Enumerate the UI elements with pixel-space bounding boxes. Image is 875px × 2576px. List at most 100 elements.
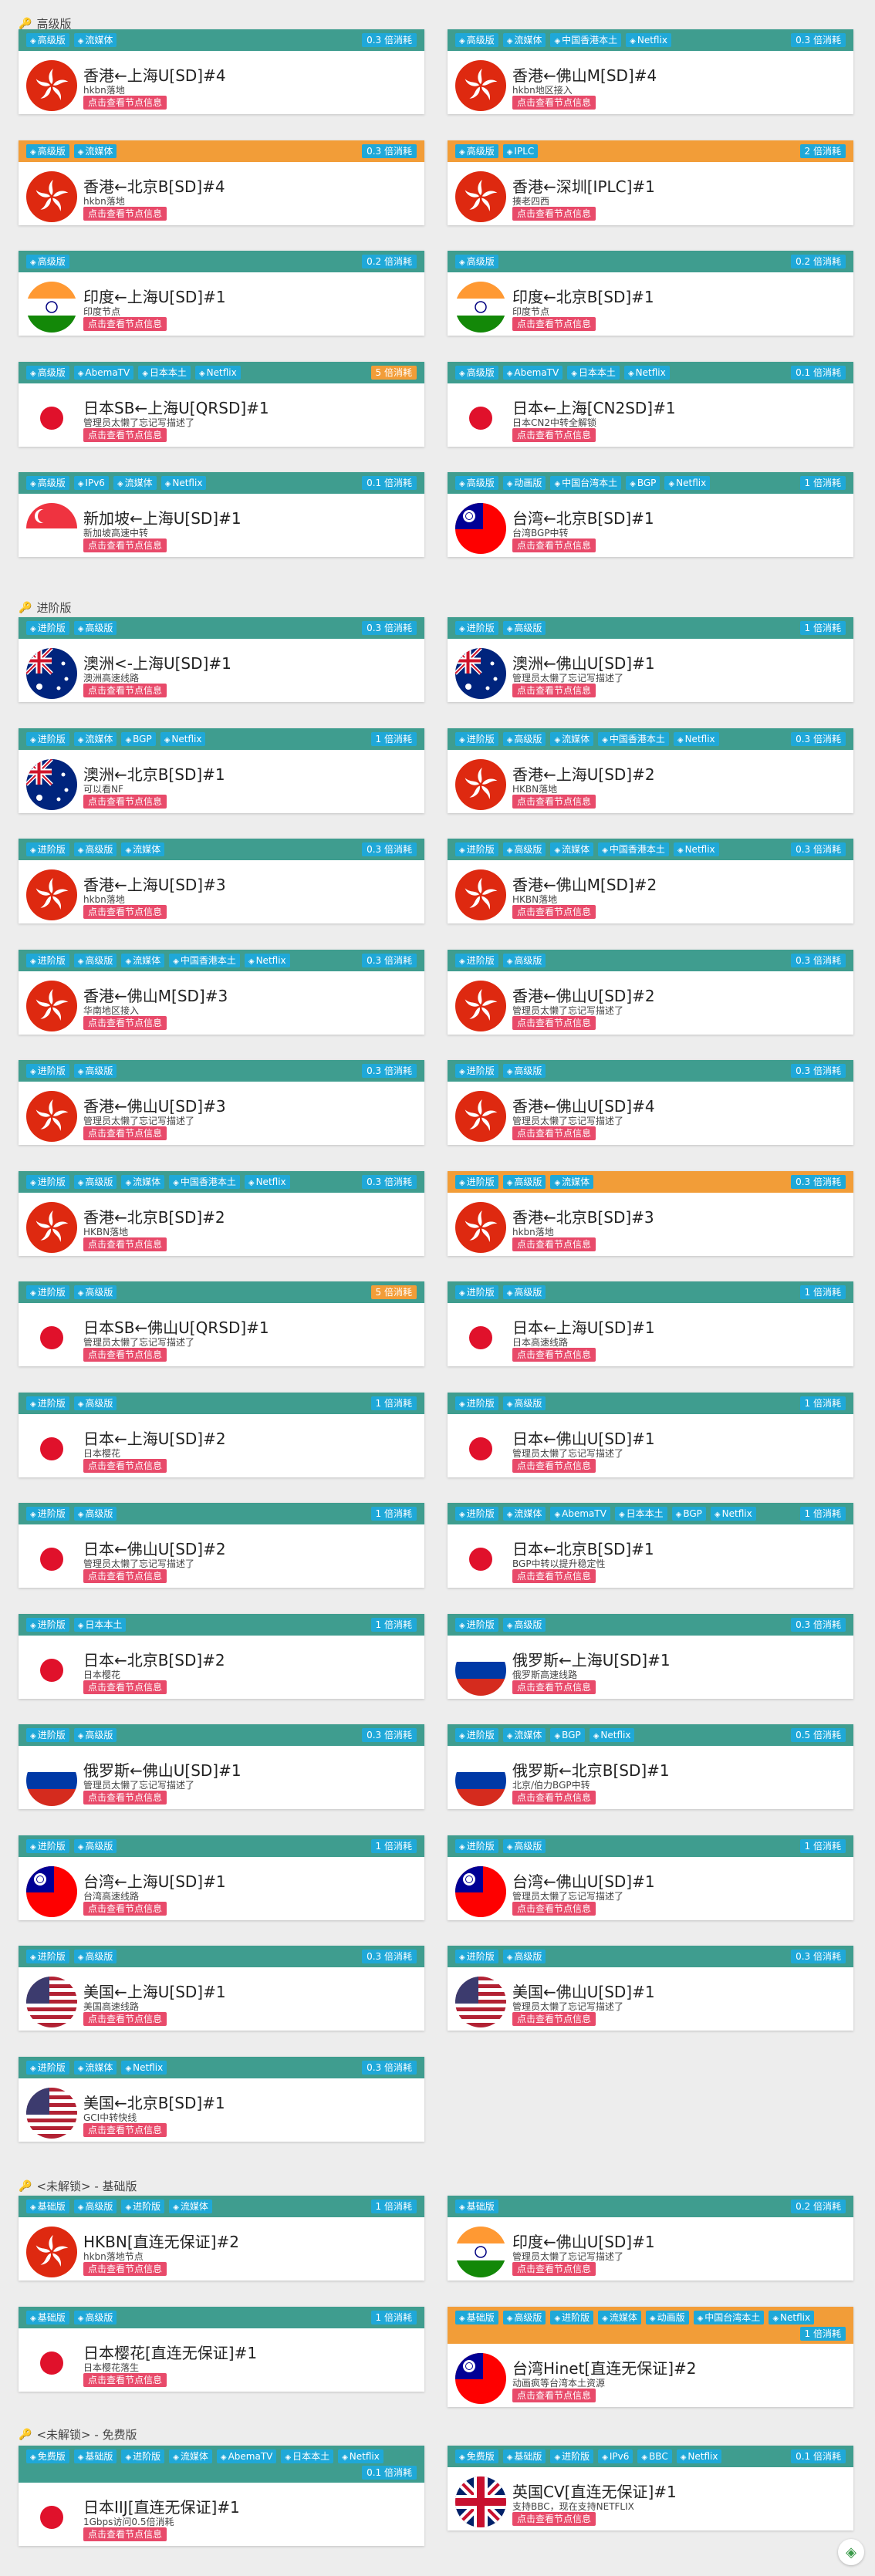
view-node-info-button[interactable]: 点击查看节点信息	[512, 1237, 596, 1251]
view-node-info-button[interactable]: 点击查看节点信息	[83, 2122, 167, 2137]
tag-icon: ◈	[30, 1399, 36, 1409]
shield-icon[interactable]: ◈	[838, 2539, 864, 2565]
view-node-info-button[interactable]: 点击查看节点信息	[83, 794, 167, 809]
node-card[interactable]: ◈ 基础版 ◈ 高级版 ◈ 进阶版 ◈ 流媒体 1 倍消耗 HKBN[直连无保证]#2 hkbn落地…	[19, 2196, 424, 2281]
view-node-info-button[interactable]: 点击查看节点信息	[83, 1348, 167, 1362]
node-card[interactable]: ◈ 进阶版 ◈ 高级版 1 倍消耗 澳洲←佛山U[SD]#1 管理员太懒了忘记写描述了 点击查…	[448, 617, 853, 702]
node-card[interactable]: ◈ 基础版 ◈ 高级版 ◈ 进阶版 ◈ 流媒体 ◈ 动画版 ◈ 中国台湾本土 ◈ Netflix 1 倍消耗…	[448, 2306, 853, 2407]
node-card[interactable]: ◈ 进阶版 ◈ 高级版 ◈ 流媒体 0.3 倍消耗 香港←北京B[SD]#3 hkbn落地 点击查…	[448, 1170, 853, 1256]
node-card[interactable]: ◈ 进阶版 ◈ 高级版 1 倍消耗 日本←佛山U[SD]#2 管理员太懒了忘记写描述了 点击查…	[19, 1503, 424, 1588]
view-node-info-button[interactable]: 点击查看节点信息	[83, 427, 167, 442]
view-node-info-button[interactable]: 点击查看节点信息	[512, 1791, 596, 1805]
node-card[interactable]: ◈ 高级版 ◈ 动画版 ◈ 中国台湾本土 ◈ BGP ◈ Netflix 1 倍消耗 台湾←北京B[S…	[448, 472, 853, 557]
view-node-info-button[interactable]: 点击查看节点信息	[512, 538, 596, 552]
node-description: BGP中转以提升稳定性	[512, 1558, 606, 1569]
view-node-info-button[interactable]: 点击查看节点信息	[83, 1126, 167, 1140]
view-node-info-button[interactable]: 点击查看节点信息	[512, 2012, 596, 2026]
view-node-info-button[interactable]: 点击查看节点信息	[83, 317, 167, 331]
node-card[interactable]: ◈ 高级版 ◈ 流媒体 0.3 倍消耗 香港←北京B[SD]#4 hkbn落地 点击查看节点信…	[19, 140, 424, 225]
view-node-info-button[interactable]: 点击查看节点信息	[512, 905, 596, 919]
node-card[interactable]: ◈ 高级版 ◈ 流媒体 ◈ 中国香港本土 ◈ Netflix 0.3 倍消耗 香港←佛山M[SD]…	[448, 29, 853, 114]
view-node-info-button[interactable]: 点击查看节点信息	[512, 1901, 596, 1916]
node-card[interactable]: ◈ 进阶版 ◈ 高级版 ◈ 流媒体 ◈ 中国香港本土 ◈ Netflix 0.3 倍消耗 香港←佛山M…	[19, 949, 424, 1035]
view-node-info-button[interactable]: 点击查看节点信息	[512, 96, 596, 110]
node-card[interactable]: ◈ 进阶版 ◈ 高级版 ◈ 流媒体 ◈ 中国香港本土 ◈ Netflix 0.3 倍消耗 香港←上海U…	[448, 728, 853, 813]
node-card[interactable]: ◈ 进阶版 ◈ 高级版 5 倍消耗 日本SB←佛山U[QRSD]#1 管理员太懒了忘记写描述…	[19, 1281, 424, 1366]
node-card[interactable]: ◈ 进阶版 ◈ 高级版 1 倍消耗 台湾←上海U[SD]#1 台湾高速线路 点击查看节点信息	[19, 1835, 424, 1920]
view-node-info-button[interactable]: 点击查看节点信息	[512, 794, 596, 809]
node-card[interactable]: ◈ 高级版 0.2 倍消耗 印度←北京B[SD]#1 印度节点 点击查看节点信息	[448, 251, 853, 336]
node-card[interactable]: ◈ 进阶版 ◈ 高级版 0.3 倍消耗 俄罗斯←上海U[SD]#1 俄罗斯高速线路 点击查看节…	[448, 1613, 853, 1699]
node-card[interactable]: ◈ 高级版 0.2 倍消耗 印度←上海U[SD]#1 印度节点 点击查看节点信息	[19, 251, 424, 336]
tag-pro: ◈ 进阶版	[26, 842, 69, 856]
node-card[interactable]: ◈ 进阶版 ◈ 高级版 ◈ 流媒体 ◈ 中国香港本土 ◈ Netflix 0.3 倍消耗 香港←佛山M…	[448, 839, 853, 923]
view-node-info-button[interactable]: 点击查看节点信息	[512, 1348, 596, 1362]
view-node-info-button[interactable]: 点击查看节点信息	[512, 1680, 596, 1694]
view-node-info-button[interactable]: 点击查看节点信息	[512, 1458, 596, 1473]
view-node-info-button[interactable]: 点击查看节点信息	[83, 2262, 167, 2276]
view-node-info-button[interactable]: 点击查看节点信息	[512, 2262, 596, 2276]
card-header: ◈ 进阶版 ◈ 高级版 1 倍消耗	[448, 1835, 853, 1857]
node-card[interactable]: ◈ 进阶版 ◈ 高级版 0.3 倍消耗 香港←佛山U[SD]#3 管理员太懒了忘记写描述了点…	[19, 1060, 424, 1145]
node-card[interactable]: ◈ 进阶版 ◈ 流媒体 ◈ Netflix 0.3 倍消耗 美国←北京B[SD]#1 GCI中转…	[19, 2056, 424, 2142]
node-card[interactable]: ◈ 进阶版 ◈ 高级版 1 倍消耗 日本←佛山U[SD]#1 管理员太懒了忘记写描述了 点击查…	[448, 1392, 853, 1477]
node-card[interactable]: ◈ 高级版 ◈ AbemaTV ◈ 日本本土 ◈ Netflix 5 倍消耗 日本SB←上海U[Q…	[19, 361, 424, 447]
view-node-info-button[interactable]: 点击查看节点信息	[512, 2388, 596, 2402]
node-card[interactable]: ◈ 进阶版 ◈ 流媒体 ◈ BGP ◈ Netflix 0.5 倍消耗 俄罗斯←北京B[SD]#1…	[448, 1724, 853, 1809]
view-node-info-button[interactable]: 点击查看节点信息	[83, 96, 167, 110]
node-card[interactable]: ◈ 基础版 ◈ 高级版 1 倍消耗 日本樱花[直连无保证]#1 日本樱花落生 点击查看节点信息	[19, 2306, 424, 2392]
view-node-info-button[interactable]: 点击查看节点信息	[512, 206, 596, 221]
view-node-info-button[interactable]: 点击查看节点信息	[512, 427, 596, 442]
node-card[interactable]: ◈ 进阶版 ◈ 日本本土 1 倍消耗 日本←北京B[SD]#2 日本樱花 点击查看节点信息	[19, 1613, 424, 1699]
tag-icon: ◈	[30, 1178, 36, 1187]
node-card[interactable]: ◈ 基础版 0.2 倍消耗 印度←佛山U[SD]#1 管理员太懒了忘记写描述了 点击查看节…	[448, 2196, 853, 2281]
view-node-info-button[interactable]: 点击查看节点信息	[512, 1126, 596, 1140]
node-card[interactable]: ◈ 进阶版 ◈ 高级版 0.3 倍消耗 美国←上海U[SD]#1 美国高速线路 点击查看节点信…	[19, 1946, 424, 2031]
tag-netflix: ◈ Netflix	[244, 953, 290, 967]
view-node-info-button[interactable]: 点击查看节点信息	[512, 1015, 596, 1030]
tag-icon: ◈	[506, 369, 513, 378]
node-card[interactable]: ◈ 进阶版 ◈ 高级版 1 倍消耗 日本←上海U[SD]#1 日本高速线路 点击查看节点信息	[448, 1281, 853, 1366]
node-card[interactable]: ◈ 高级版 ◈ 流媒体 0.3 倍消耗 香港←上海U[SD]#4 hkbn落地 点击查看节点信…	[19, 29, 424, 114]
tag-icon: ◈	[77, 2064, 84, 2073]
view-node-info-button[interactable]: 点击查看节点信息	[512, 1569, 596, 1583]
view-node-info-button[interactable]: 点击查看节点信息	[83, 538, 167, 552]
node-card[interactable]: ◈ 进阶版 ◈ 高级版 0.3 倍消耗 俄罗斯←佛山U[SD]#1 管理员太懒了忘记写描述了…	[19, 1724, 424, 1809]
view-node-info-button[interactable]: 点击查看节点信息	[83, 1680, 167, 1694]
node-card[interactable]: ◈ 进阶版 ◈ 高级版 ◈ 流媒体 0.3 倍消耗 香港←上海U[SD]#3 hkbn落地 点击查…	[19, 839, 424, 923]
node-card[interactable]: ◈ 高级版 ◈ IPLC 2 倍消耗 香港←深圳[IPLC]#1 揍老四西 点击查看节点信息	[448, 140, 853, 225]
node-card[interactable]: ◈ 进阶版 ◈ 高级版 0.3 倍消耗 香港←佛山U[SD]#4 管理员太懒了忘记写描述了点…	[448, 1060, 853, 1145]
view-node-info-button[interactable]: 点击查看节点信息	[83, 1791, 167, 1805]
view-node-info-button[interactable]: 点击查看节点信息	[83, 1901, 167, 1916]
node-card[interactable]: ◈ 高级版 ◈ IPv6 ◈ 流媒体 ◈ Netflix 0.1 倍消耗 新加坡←上海U[SD]#…	[19, 472, 424, 557]
view-node-info-button[interactable]: 点击查看节点信息	[512, 317, 596, 331]
view-node-info-button[interactable]: 点击查看节点信息	[83, 2012, 167, 2026]
node-card[interactable]: ◈ 免费版 ◈ 基础版 ◈ 进阶版 ◈ IPv6 ◈ BBC ◈ Netflix 0.1 倍消耗 英国CV…	[448, 2446, 853, 2530]
node-card[interactable]: ◈ 进阶版 ◈ 高级版 0.3 倍消耗 美国←佛山U[SD]#1 管理员太懒了忘记写描述了点…	[448, 1946, 853, 2031]
tag-icon: ◈	[77, 37, 84, 46]
node-card[interactable]: ◈ 进阶版 ◈ 高级版 1 倍消耗 日本←上海U[SD]#2 日本樱花 点击查看节点信息	[19, 1392, 424, 1477]
node-card[interactable]: ◈ 进阶版 ◈ 高级版 0.3 倍消耗 香港←佛山U[SD]#2 管理员太懒了忘记写描述了点…	[448, 949, 853, 1035]
view-node-info-button[interactable]: 点击查看节点信息	[83, 1458, 167, 1473]
node-card[interactable]: ◈ 进阶版 ◈ 流媒体 ◈ AbemaTV ◈ 日本本土 ◈ BGP ◈ Netflix 1 倍消耗 日本…	[448, 1503, 853, 1588]
node-card[interactable]: ◈ 免费版 ◈ 基础版 ◈ 进阶版 ◈ 流媒体 ◈ AbemaTV ◈ 日本本土 ◈ Netflix 0.1…	[19, 2446, 424, 2546]
view-node-info-button[interactable]: 点击查看节点信息	[512, 2512, 596, 2526]
view-node-info-button[interactable]: 点击查看节点信息	[83, 1015, 167, 1030]
node-card[interactable]: ◈ 进阶版 ◈ 高级版 1 倍消耗 台湾←佛山U[SD]#1 管理员太懒了忘记写描述了 点击查…	[448, 1835, 853, 1920]
view-node-info-button[interactable]: 点击查看节点信息	[83, 1569, 167, 1583]
node-card[interactable]: ◈ 进阶版 ◈ 高级版 ◈ 流媒体 ◈ 中国香港本土 ◈ Netflix 0.3 倍消耗 香港←北京B…	[19, 1170, 424, 1256]
tag-label: 进阶版	[37, 844, 66, 855]
node-card[interactable]: ◈ 进阶版 ◈ 高级版 0.3 倍消耗 澳洲<-上海U[SD]#1 澳洲高速线路 点击查看节点…	[19, 617, 424, 702]
card-header: ◈ 进阶版 ◈ 高级版 0.3 倍消耗	[19, 1724, 424, 1746]
view-node-info-button[interactable]: 点击查看节点信息	[83, 1237, 167, 1251]
node-card[interactable]: ◈ 高级版 ◈ AbemaTV ◈ 日本本土 ◈ Netflix 0.1 倍消耗 日本←上海[CN…	[448, 361, 853, 447]
tag-icon: ◈	[77, 1068, 84, 1076]
view-node-info-button[interactable]: 点击查看节点信息	[83, 684, 167, 697]
view-node-info-button[interactable]: 点击查看节点信息	[83, 2372, 167, 2387]
tag-label: 高级版	[514, 844, 542, 855]
view-node-info-button[interactable]: 点击查看节点信息	[83, 2527, 167, 2541]
view-node-info-button[interactable]: 点击查看节点信息	[83, 206, 167, 221]
node-card[interactable]: ◈ 进阶版 ◈ 流媒体 ◈ BGP ◈ Netflix 1 倍消耗 澳洲←北京B[SD]#1 可以看…	[19, 728, 424, 813]
view-node-info-button[interactable]: 点击查看节点信息	[512, 684, 596, 697]
view-node-info-button[interactable]: 点击查看节点信息	[83, 905, 167, 919]
